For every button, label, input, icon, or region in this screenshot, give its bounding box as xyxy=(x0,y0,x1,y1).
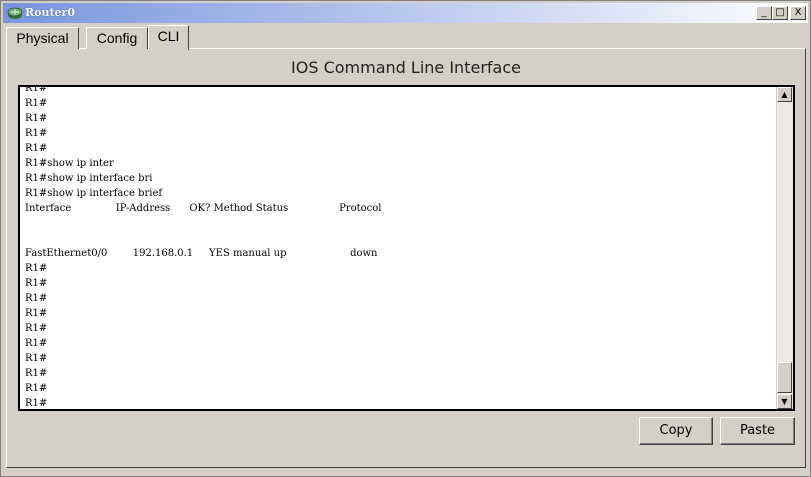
scroll-up-icon[interactable]: ▲ xyxy=(777,87,792,102)
cli-terminal[interactable]: R1# R1# R1# R1# R1# R1#show ip inter R1#… xyxy=(18,85,795,411)
minimize-button[interactable]: _ xyxy=(756,6,772,20)
paste-button[interactable]: Paste xyxy=(720,417,795,445)
maximize-button[interactable]: □ xyxy=(772,6,788,20)
close-icon: X xyxy=(794,7,802,18)
copy-button[interactable]: Copy xyxy=(639,417,713,445)
terminal-output[interactable]: R1# R1# R1# R1# R1# R1#show ip inter R1#… xyxy=(25,87,381,409)
tab-cli[interactable]: CLI xyxy=(148,25,189,50)
title-bar[interactable]: Router0 _ □ X xyxy=(3,3,808,23)
tab-config[interactable]: Config xyxy=(86,27,148,49)
panel-title: IOS Command Line Interface xyxy=(291,58,521,77)
scroll-down-icon[interactable]: ▼ xyxy=(777,394,792,409)
maximize-icon: □ xyxy=(775,7,785,18)
router-window: Router0 _ □ X Physical Config CLI IOS Co… xyxy=(0,0,811,477)
window-title: Router0 xyxy=(25,6,76,19)
minimize-icon: _ xyxy=(761,7,767,18)
close-button[interactable]: X xyxy=(790,6,806,20)
router-icon xyxy=(7,7,23,19)
scroll-thumb[interactable] xyxy=(777,362,792,393)
tab-physical[interactable]: Physical xyxy=(6,27,79,49)
terminal-scrollbar[interactable]: ▲ ▼ xyxy=(776,87,793,409)
